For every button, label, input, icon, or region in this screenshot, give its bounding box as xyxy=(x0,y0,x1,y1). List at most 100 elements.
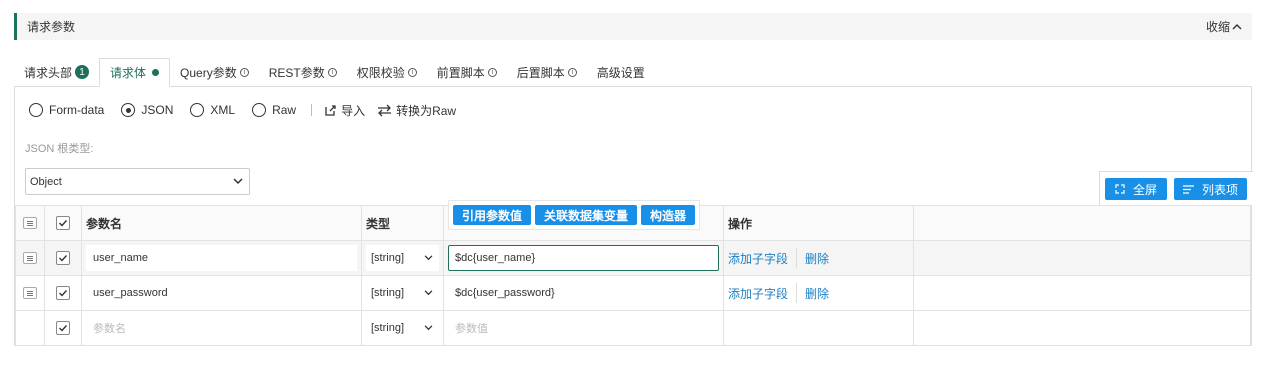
operation-cell: 添加子字段 删除 xyxy=(723,275,914,311)
import-icon xyxy=(325,104,336,116)
section-title: 请求参数 xyxy=(27,20,76,34)
radio-raw[interactable]: Raw xyxy=(252,103,296,117)
import-label: 导入 xyxy=(341,103,366,118)
new-param-value-input[interactable]: 参数值 xyxy=(448,315,719,341)
radio-json[interactable]: JSON xyxy=(121,103,173,117)
params-table: 参数名 类型 引用参数值 关联数据集变量 构造器 操作 user_name [s… xyxy=(15,200,1251,346)
tab-label: 高级设置 xyxy=(596,65,645,80)
active-dot-icon xyxy=(152,69,160,76)
drag-cell xyxy=(15,275,45,311)
col-value-header: 引用参数值 关联数据集变量 构造器 xyxy=(443,200,724,241)
col-type-header: 类型 xyxy=(361,205,444,241)
info-icon: i xyxy=(567,67,577,77)
drag-handle-icon[interactable] xyxy=(23,252,37,264)
type-cell: [string] xyxy=(361,240,444,276)
new-row: 参数名 [string] 参数值 xyxy=(15,310,1251,346)
name-cell: user_name xyxy=(81,240,362,276)
dataset-var-button[interactable]: 关联数据集变量 xyxy=(535,205,638,225)
params-tabs: 请求头部 1 请求体 Query参数 i REST参数 i 权限校验 i 前置脚… xyxy=(14,58,655,87)
root-type-select[interactable]: Object xyxy=(25,168,250,195)
value-cell: 参数值 xyxy=(443,310,724,346)
root-type-label: JSON 根类型: xyxy=(25,143,94,155)
delete-link[interactable]: 删除 xyxy=(805,250,829,267)
col-operation-header: 操作 xyxy=(723,205,914,241)
divider xyxy=(796,248,798,268)
fullscreen-button[interactable]: 全屏 xyxy=(1105,178,1167,200)
info-icon: i xyxy=(327,67,337,77)
radio-form-data[interactable]: Form-data xyxy=(29,103,104,117)
tab-label: 后置脚本 xyxy=(516,65,565,80)
empty-cell xyxy=(913,240,1251,276)
type-cell: [string] xyxy=(361,275,444,311)
request-params-header: 请求参数 收缩 xyxy=(14,13,1252,40)
param-type-select[interactable]: [string] xyxy=(366,280,439,306)
row-checkbox[interactable] xyxy=(56,286,70,300)
radio-circle-icon xyxy=(252,103,267,117)
table-row: user_name [string] $dc{user_name} 添加子字段删… xyxy=(15,240,1251,276)
table-header-row: 参数名 类型 引用参数值 关联数据集变量 构造器 操作 xyxy=(15,200,1251,241)
list-mode-button[interactable]: 列表项 xyxy=(1174,178,1247,200)
drag-handle-icon xyxy=(23,217,37,229)
tab-label: 请求头部 xyxy=(24,65,73,80)
row-checkbox[interactable] xyxy=(56,251,70,265)
add-child-link[interactable]: 添加子字段 xyxy=(728,250,788,267)
drag-handle-icon[interactable] xyxy=(23,287,37,299)
collapse-toggle[interactable]: 收缩 xyxy=(1206,18,1242,35)
tab-label: 请求体 xyxy=(110,66,147,80)
builder-button[interactable]: 构造器 xyxy=(641,205,696,225)
info-icon: i xyxy=(239,67,249,77)
view-tools: 全屏 列表项 xyxy=(1099,171,1253,205)
count-badge: 1 xyxy=(75,65,90,79)
add-child-link[interactable]: 添加子字段 xyxy=(728,285,788,302)
select-all-checkbox[interactable] xyxy=(56,216,70,230)
drag-cell xyxy=(15,240,45,276)
tab-rest[interactable]: REST参数 i xyxy=(259,58,347,86)
convert-raw-button[interactable]: 转换为Raw xyxy=(377,102,456,119)
tab-label: 权限校验 xyxy=(356,65,405,80)
col-name-header: 参数名 xyxy=(81,205,362,241)
info-icon: i xyxy=(407,67,417,77)
param-value-input[interactable]: $dc{user_password} xyxy=(448,280,719,306)
import-button[interactable]: 导入 xyxy=(324,102,365,119)
chevron-up-icon xyxy=(1232,23,1242,29)
radio-xml[interactable]: XML xyxy=(190,103,235,117)
info-icon: i xyxy=(487,67,497,77)
tab-headers[interactable]: 请求头部 1 xyxy=(14,58,99,86)
ref-param-button[interactable]: 引用参数值 xyxy=(453,205,532,225)
tab-post-script[interactable]: 后置脚本 i xyxy=(507,58,587,86)
radio-label: Form-data xyxy=(49,103,105,117)
tab-pre-script[interactable]: 前置脚本 i xyxy=(427,58,507,86)
tab-label: 前置脚本 xyxy=(436,65,485,80)
param-type-select[interactable]: [string] xyxy=(366,315,439,341)
type-value: [string] xyxy=(371,252,405,264)
new-param-name-input[interactable]: 参数名 xyxy=(86,315,357,341)
param-name-input[interactable]: user_name xyxy=(86,245,357,271)
convert-label: 转换为Raw xyxy=(396,103,457,118)
delete-link[interactable]: 删除 xyxy=(805,285,829,302)
param-name-input[interactable]: user_password xyxy=(86,280,357,306)
radio-label: JSON xyxy=(141,103,174,117)
radio-label: XML xyxy=(210,103,236,117)
divider xyxy=(796,283,798,303)
fullscreen-label: 全屏 xyxy=(1132,182,1157,197)
tab-advanced[interactable]: 高级设置 xyxy=(587,58,655,86)
type-cell: [string] xyxy=(361,310,444,346)
tab-auth[interactable]: 权限校验 i xyxy=(347,58,427,86)
body-panel: Form-data JSON XML Raw 导入 转换为Raw JSON 根类… xyxy=(14,86,1253,346)
type-value: [string] xyxy=(371,322,405,334)
drag-header-cell xyxy=(15,205,45,241)
root-type-value: Object xyxy=(30,175,62,188)
radio-label: Raw xyxy=(272,103,297,117)
value-cell: $dc{user_name} xyxy=(443,240,724,276)
check-cell xyxy=(44,310,82,346)
divider xyxy=(311,104,313,116)
chevron-down-icon xyxy=(424,290,433,296)
row-checkbox[interactable] xyxy=(56,321,70,335)
tab-query[interactable]: Query参数 i xyxy=(170,58,259,86)
tab-label: REST参数 xyxy=(268,65,325,80)
tab-body[interactable]: 请求体 xyxy=(99,58,171,87)
param-type-select[interactable]: [string] xyxy=(366,245,439,271)
param-value-input[interactable]: $dc{user_name} xyxy=(448,245,719,271)
check-cell xyxy=(44,240,82,276)
radio-checked-icon xyxy=(121,103,136,117)
